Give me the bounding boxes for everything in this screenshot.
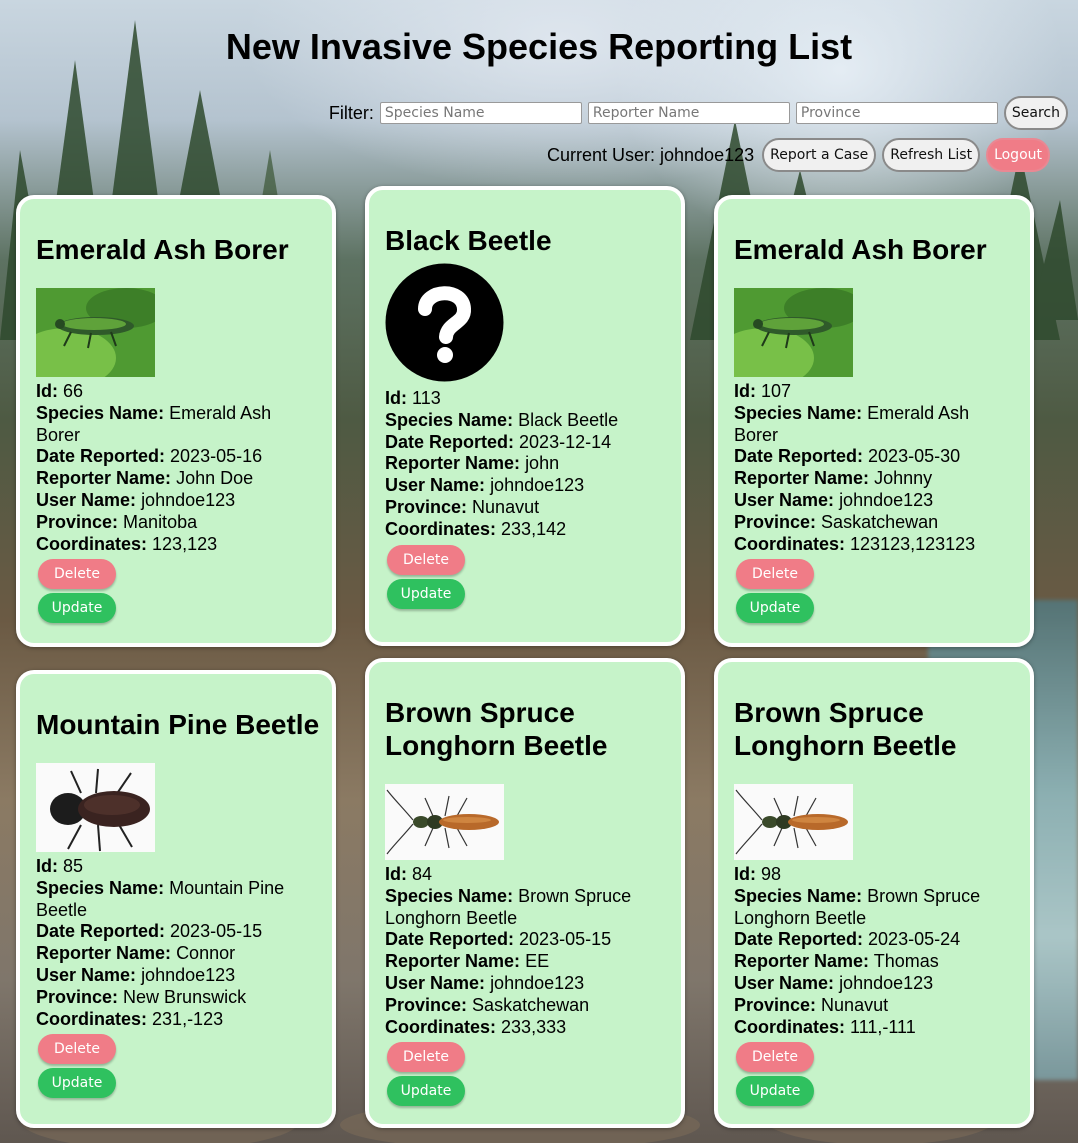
field-province: Province: Nunavut <box>385 496 540 517</box>
user-bar: Current User: johndoe123 Report a Case R… <box>547 138 1050 172</box>
province-filter-input[interactable] <box>795 102 998 124</box>
field-id: Id: 66 <box>36 381 84 401</box>
field-species-name: Species Name: Black Beetle <box>385 409 619 430</box>
report-case-button[interactable]: Report a Case <box>762 138 877 172</box>
logout-button[interactable]: Logout <box>986 138 1050 172</box>
card-title: Mountain Pine Beetle <box>36 709 320 740</box>
update-button[interactable]: Update <box>736 1076 814 1107</box>
field-species-name: Species Name: Brown Spruce Longhorn Beet… <box>734 885 981 928</box>
search-button[interactable]: Search <box>1003 96 1068 130</box>
species-card-66: Emerald Ash Borer Id: 66 Species Name: E… <box>16 195 336 647</box>
update-button[interactable]: Update <box>387 578 465 609</box>
field-reporter-name: Reporter Name: Johnny <box>734 468 933 489</box>
card-title: Brown Spruce Longhorn Beetle <box>385 697 608 761</box>
field-species-name: Species Name: Emerald Ash Borer <box>734 402 970 445</box>
brown-spruce-longhorn-beetle-image <box>385 784 504 860</box>
field-reporter-name: Reporter Name: EE <box>385 951 550 972</box>
field-date-reported: Date Reported: 2023-05-15 <box>385 929 612 950</box>
field-date-reported: Date Reported: 2023-05-24 <box>734 929 961 950</box>
card-title: Emerald Ash Borer <box>36 234 289 265</box>
update-button[interactable]: Update <box>736 593 814 624</box>
delete-button[interactable]: Delete <box>736 1042 814 1073</box>
field-province: Province: Saskatchewan <box>385 994 590 1015</box>
species-card-98: Brown Spruce Longhorn Beetle Id: 98 Spec… <box>714 658 1034 1128</box>
field-species-name: Species Name: Emerald Ash Borer <box>36 402 272 445</box>
delete-button[interactable]: Delete <box>38 1034 116 1065</box>
page-title: New Invasive Species Reporting List <box>225 26 853 67</box>
field-reporter-name: Reporter Name: john <box>385 453 560 474</box>
field-id: Id: 107 <box>734 381 792 401</box>
emerald-ash-borer-image <box>36 288 155 377</box>
field-coordinates: Coordinates: 111,-111 <box>734 1016 916 1037</box>
field-coordinates: Coordinates: 123123,123123 <box>734 533 976 554</box>
field-province: Province: Nunavut <box>734 994 889 1015</box>
card-title: Emerald Ash Borer <box>734 234 987 265</box>
delete-button[interactable]: Delete <box>38 559 116 590</box>
field-user-name: User Name: johndoe123 <box>36 489 236 510</box>
emerald-ash-borer-image <box>734 288 853 377</box>
field-user-name: User Name: johndoe123 <box>385 972 585 993</box>
card-title: Brown Spruce Longhorn Beetle <box>734 697 957 761</box>
field-reporter-name: Reporter Name: John Doe <box>36 468 254 489</box>
delete-button[interactable]: Delete <box>387 544 465 575</box>
field-species-name: Species Name: Mountain Pine Beetle <box>36 877 285 920</box>
field-species-name: Species Name: Brown Spruce Longhorn Beet… <box>385 885 632 928</box>
species-card-85: Mountain Pine Beetle Id: 85 Species Name… <box>16 670 336 1128</box>
filter-label: Filter: <box>328 102 374 123</box>
update-button[interactable]: Update <box>387 1076 465 1107</box>
field-id: Id: 98 <box>734 864 782 884</box>
species-name-filter-input[interactable] <box>379 102 582 124</box>
field-coordinates: Coordinates: 231,-123 <box>36 1008 224 1029</box>
delete-button[interactable]: Delete <box>736 559 814 590</box>
field-province: Province: New Brunswick <box>36 986 247 1007</box>
species-card-84: Brown Spruce Longhorn Beetle Id: 84 Spec… <box>365 658 685 1128</box>
update-button[interactable]: Update <box>38 1068 116 1099</box>
question-mark-icon <box>385 263 504 382</box>
delete-button[interactable]: Delete <box>387 1042 465 1073</box>
refresh-list-button[interactable]: Refresh List <box>882 138 981 172</box>
current-user-label: Current User: johndoe123 <box>546 144 755 165</box>
brown-spruce-longhorn-beetle-image <box>734 784 853 860</box>
field-id: Id: 84 <box>385 864 433 884</box>
field-user-name: User Name: johndoe123 <box>734 972 934 993</box>
field-reporter-name: Reporter Name: Connor <box>36 943 236 964</box>
field-id: Id: 113 <box>385 388 441 408</box>
species-card-107: Emerald Ash Borer Id: 107 Species Name: … <box>714 195 1034 647</box>
filter-bar: Filter: Search <box>329 96 1068 130</box>
field-user-name: User Name: johndoe123 <box>385 475 585 496</box>
field-date-reported: Date Reported: 2023-05-30 <box>734 446 961 467</box>
mountain-pine-beetle-image <box>36 763 155 852</box>
field-province: Province: Saskatchewan <box>734 511 939 532</box>
field-id: Id: 85 <box>36 856 84 876</box>
field-date-reported: Date Reported: 2023-05-15 <box>36 921 263 942</box>
field-province: Province: Manitoba <box>36 511 198 532</box>
field-date-reported: Date Reported: 2023-05-16 <box>36 446 263 467</box>
species-card-113: Black Beetle Id: 113 Species Name: Black… <box>365 186 685 646</box>
field-coordinates: Coordinates: 233,142 <box>385 518 567 539</box>
field-reporter-name: Reporter Name: Thomas <box>734 951 939 972</box>
update-button[interactable]: Update <box>38 593 116 624</box>
field-coordinates: Coordinates: 233,333 <box>385 1016 567 1037</box>
field-user-name: User Name: johndoe123 <box>36 964 236 985</box>
field-coordinates: Coordinates: 123,123 <box>36 533 218 554</box>
card-title: Black Beetle <box>385 225 552 256</box>
reporter-name-filter-input[interactable] <box>587 102 790 124</box>
field-user-name: User Name: johndoe123 <box>734 489 934 510</box>
field-date-reported: Date Reported: 2023-12-14 <box>385 431 612 452</box>
